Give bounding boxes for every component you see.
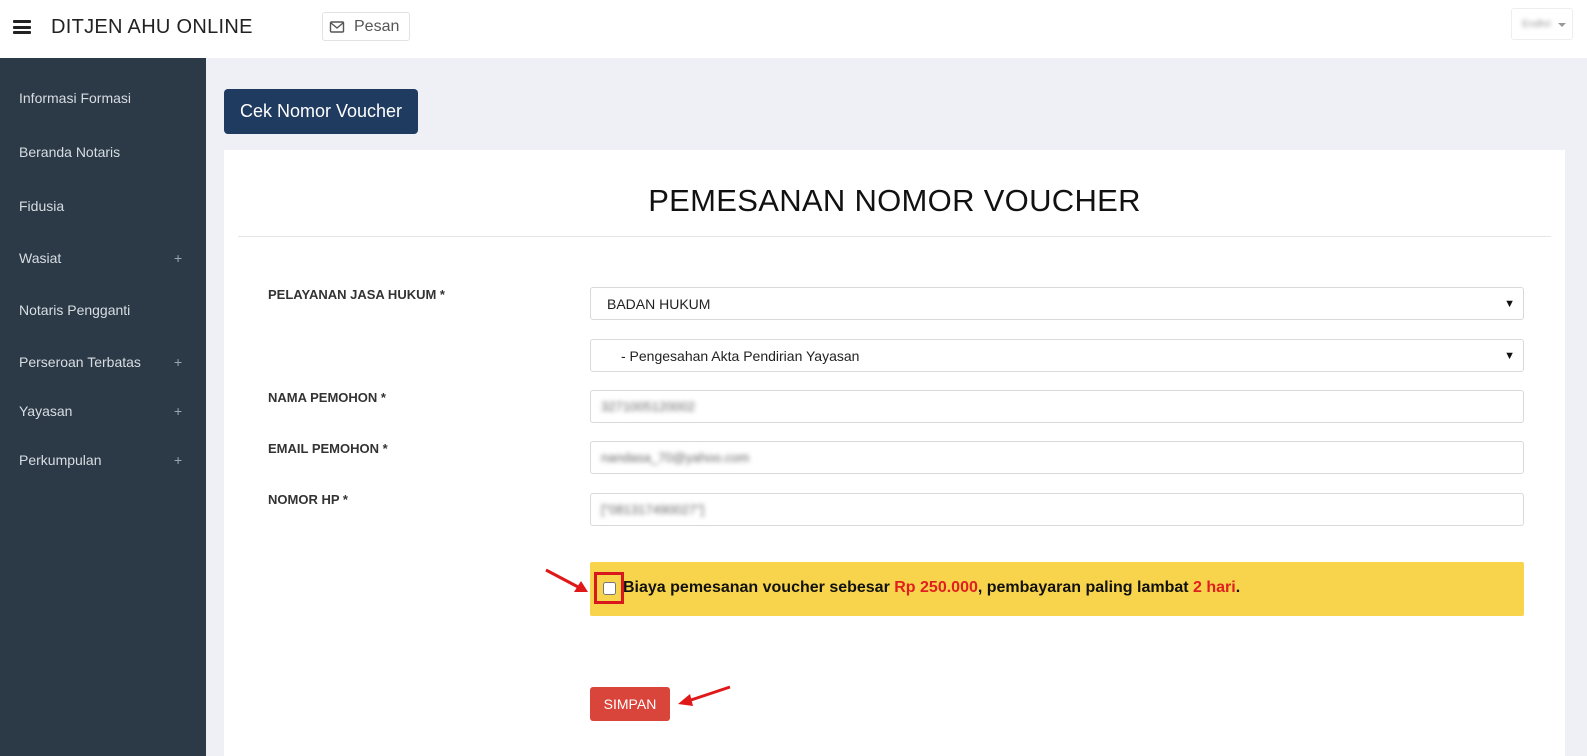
expand-plus-icon: +	[174, 354, 183, 370]
top-navbar: DITJEN AHU ONLINE Pesan Endhri	[0, 0, 1587, 58]
cek-nomor-voucher-button[interactable]: Cek Nomor Voucher	[224, 89, 418, 134]
notice-text-2: , pembayaran paling lambat	[977, 579, 1194, 596]
user-name: Endhri	[1522, 18, 1551, 30]
app-brand[interactable]: DITJEN AHU ONLINE	[51, 16, 253, 39]
pelayanan-value: BADAN HUKUM	[607, 295, 711, 312]
simpan-button[interactable]: SIMPAN	[590, 687, 670, 721]
pesan-button[interactable]: Pesan	[322, 12, 411, 41]
fee-notice-text: Biaya pemesanan voucher sebesar Rp 250.0…	[623, 579, 1240, 597]
email-value: nandasa_70@yahoo.com	[601, 450, 750, 465]
expand-plus-icon: +	[174, 250, 183, 266]
sidebar-item-label: Notaris Pengganti	[19, 302, 131, 318]
sidebar-item-label: Perseroan Terbatas	[19, 354, 141, 370]
chevron-down-icon	[1558, 23, 1566, 27]
sidebar-item-label: Informasi Formasi	[19, 90, 132, 106]
expand-plus-icon: +	[174, 452, 183, 468]
nama-pemohon-input[interactable]: 3271005120002	[590, 390, 1524, 423]
pelayanan-label: PELAYANAN JASA HUKUM *	[268, 287, 445, 302]
hp-label: NOMOR HP *	[268, 492, 348, 507]
email-label: EMAIL PEMOHON *	[268, 441, 388, 456]
annotation-arrow-icon	[545, 568, 588, 592]
sidebar-item-informasi-formasi[interactable]: Informasi Formasi	[0, 78, 206, 118]
sidebar: Informasi Formasi Beranda Notaris Fidusi…	[0, 58, 206, 756]
sidebar-item-fidusia[interactable]: Fidusia	[0, 186, 206, 226]
payment-deadline: 2 hari	[1193, 579, 1236, 596]
sidebar-item-beranda-notaris[interactable]: Beranda Notaris	[0, 132, 206, 172]
sidebar-item-perseroan-terbatas[interactable]: Perseroan Terbatas +	[0, 342, 206, 382]
envelope-icon	[329, 20, 345, 33]
sidebar-item-label: Wasiat	[19, 250, 62, 266]
hp-value: ["081317490027"]	[601, 502, 705, 517]
expand-plus-icon: +	[174, 403, 183, 419]
menu-toggle-icon[interactable]	[13, 20, 31, 34]
notice-text-1: Biaya pemesanan voucher sebesar	[623, 579, 895, 596]
page-title: PEMESANAN NOMOR VOUCHER	[648, 183, 1141, 218]
sidebar-item-perkumpulan[interactable]: Perkumpulan +	[0, 440, 206, 480]
email-pemohon-input[interactable]: nandasa_70@yahoo.com	[590, 441, 1524, 474]
sidebar-item-label: Yayasan	[19, 403, 73, 419]
agree-checkbox[interactable]	[603, 582, 616, 595]
pesan-label: Pesan	[354, 17, 400, 35]
pelayanan-select[interactable]: BADAN HUKUM ▼	[590, 287, 1524, 320]
dropdown-arrow-icon: ▼	[1504, 350, 1515, 362]
nama-label: NAMA PEMOHON *	[268, 390, 386, 405]
annotation-arrow-icon	[678, 685, 731, 706]
sidebar-item-label: Perkumpulan	[19, 452, 102, 468]
sidebar-item-label: Beranda Notaris	[19, 144, 121, 160]
nama-value: 3271005120002	[601, 399, 695, 414]
nomor-hp-input[interactable]: ["081317490027"]	[590, 493, 1524, 526]
sidebar-item-wasiat[interactable]: Wasiat +	[0, 238, 206, 278]
dropdown-arrow-icon: ▼	[1504, 298, 1515, 310]
sidebar-item-label: Fidusia	[19, 198, 65, 214]
sidebar-item-notaris-pengganti[interactable]: Notaris Pengganti	[0, 290, 206, 330]
sidebar-item-yayasan[interactable]: Yayasan +	[0, 391, 206, 431]
notice-text-3: .	[1235, 579, 1241, 596]
user-menu-button[interactable]: Endhri	[1511, 8, 1573, 40]
title-divider	[238, 236, 1551, 237]
sub-layanan-value: - Pengesahan Akta Pendirian Yayasan	[621, 347, 860, 364]
sub-layanan-select[interactable]: - Pengesahan Akta Pendirian Yayasan ▼	[590, 339, 1524, 372]
fee-amount: Rp 250.000	[894, 579, 978, 596]
